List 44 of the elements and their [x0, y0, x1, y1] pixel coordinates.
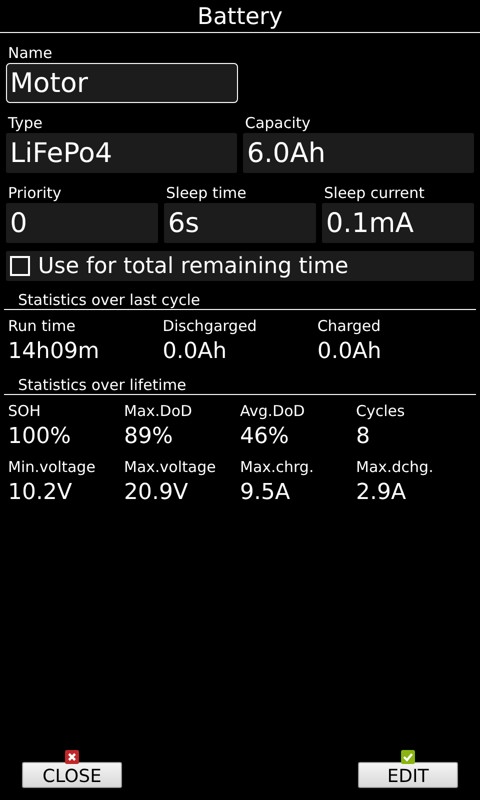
field-label: Priority [7, 183, 62, 203]
field-label: Capacity [244, 113, 312, 133]
stat-label: Max.dchg. [356, 457, 434, 477]
stat-value: 8 [356, 423, 370, 451]
input-field[interactable]: 0 [6, 203, 158, 243]
input-field[interactable]: 6.0Ah [243, 133, 474, 173]
stat-label: Cycles [356, 401, 405, 421]
close-icon [65, 750, 79, 764]
input-field[interactable]: LiFePo4 [6, 133, 237, 173]
field-label: Name [7, 43, 54, 63]
stat-value: 0.0Ah [162, 338, 227, 366]
stat-label: Charged [317, 316, 381, 336]
input-field[interactable]: 0.1mA [322, 203, 474, 243]
stat-value: 9.5A [240, 479, 290, 507]
close-button[interactable]: CLOSE [22, 762, 122, 788]
stat-label: Max.DoD [124, 401, 192, 421]
checkbox-row[interactable]: Use for total remaining time [6, 251, 474, 281]
check-icon [401, 750, 415, 764]
edit-button[interactable]: EDIT [358, 762, 458, 788]
stat-value: 20.9V [124, 479, 188, 507]
stat-label: Max.chrg. [240, 457, 314, 477]
input-field[interactable]: 6s [164, 203, 316, 243]
stat-label: Max.voltage [124, 457, 216, 477]
window-title: Battery [0, 0, 480, 33]
section-title: Statistics over last cycle [17, 291, 202, 309]
field-label: Sleep current [323, 183, 426, 203]
field-label: Sleep time [165, 183, 248, 203]
stat-value: 89% [124, 423, 173, 451]
stat-label: Min.voltage [8, 457, 96, 477]
stat-value: 14h09m [8, 338, 100, 366]
section-title: Statistics over lifetime [17, 376, 188, 394]
stat-value: 46% [240, 423, 289, 451]
stat-value: 10.2V [8, 479, 72, 507]
field-label: Type [7, 113, 44, 133]
stat-value: 0.0Ah [317, 338, 382, 366]
checkbox[interactable] [10, 256, 30, 276]
stat-label: SOH [8, 401, 41, 421]
checkbox-label: Use for total remaining time [38, 254, 348, 278]
input-field[interactable]: Motor [6, 63, 238, 103]
stat-label: Avg.DoD [240, 401, 305, 421]
stat-label: Run time [8, 316, 76, 336]
stat-value: 100% [8, 423, 71, 451]
stat-value: 2.9A [356, 479, 406, 507]
stat-label: Dischgarged [162, 316, 257, 336]
